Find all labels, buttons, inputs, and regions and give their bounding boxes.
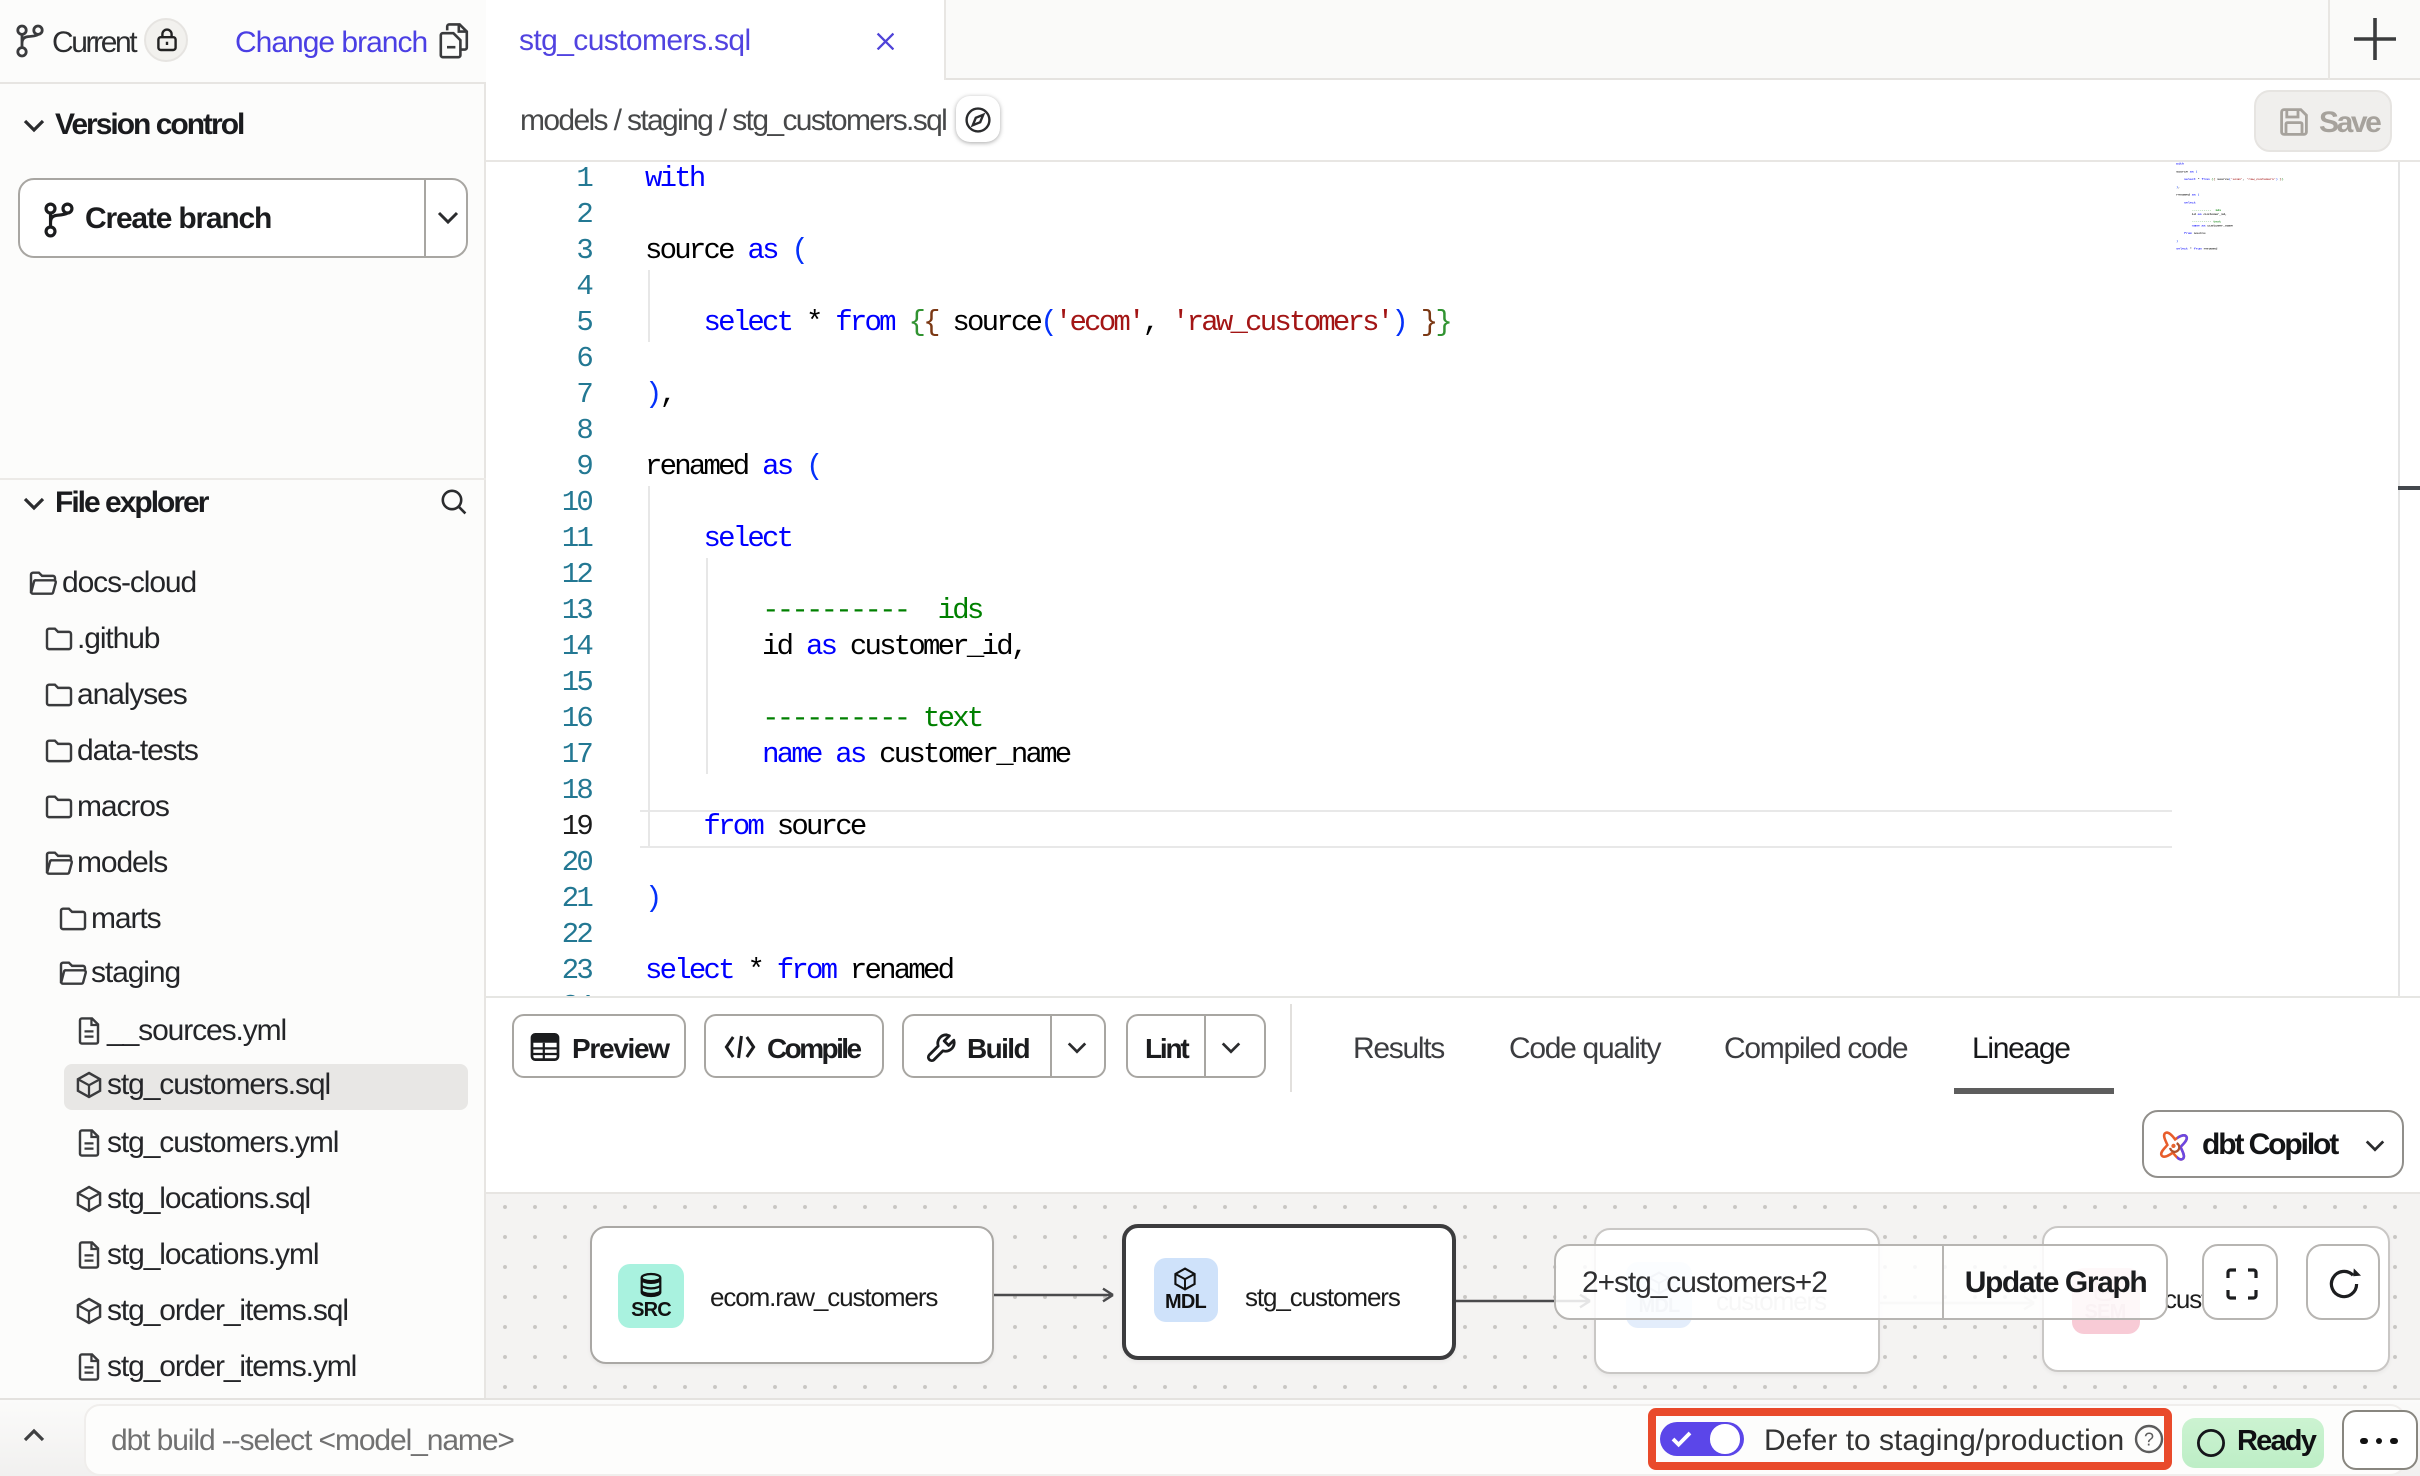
svg-text:?: ? (2143, 1429, 2153, 1449)
